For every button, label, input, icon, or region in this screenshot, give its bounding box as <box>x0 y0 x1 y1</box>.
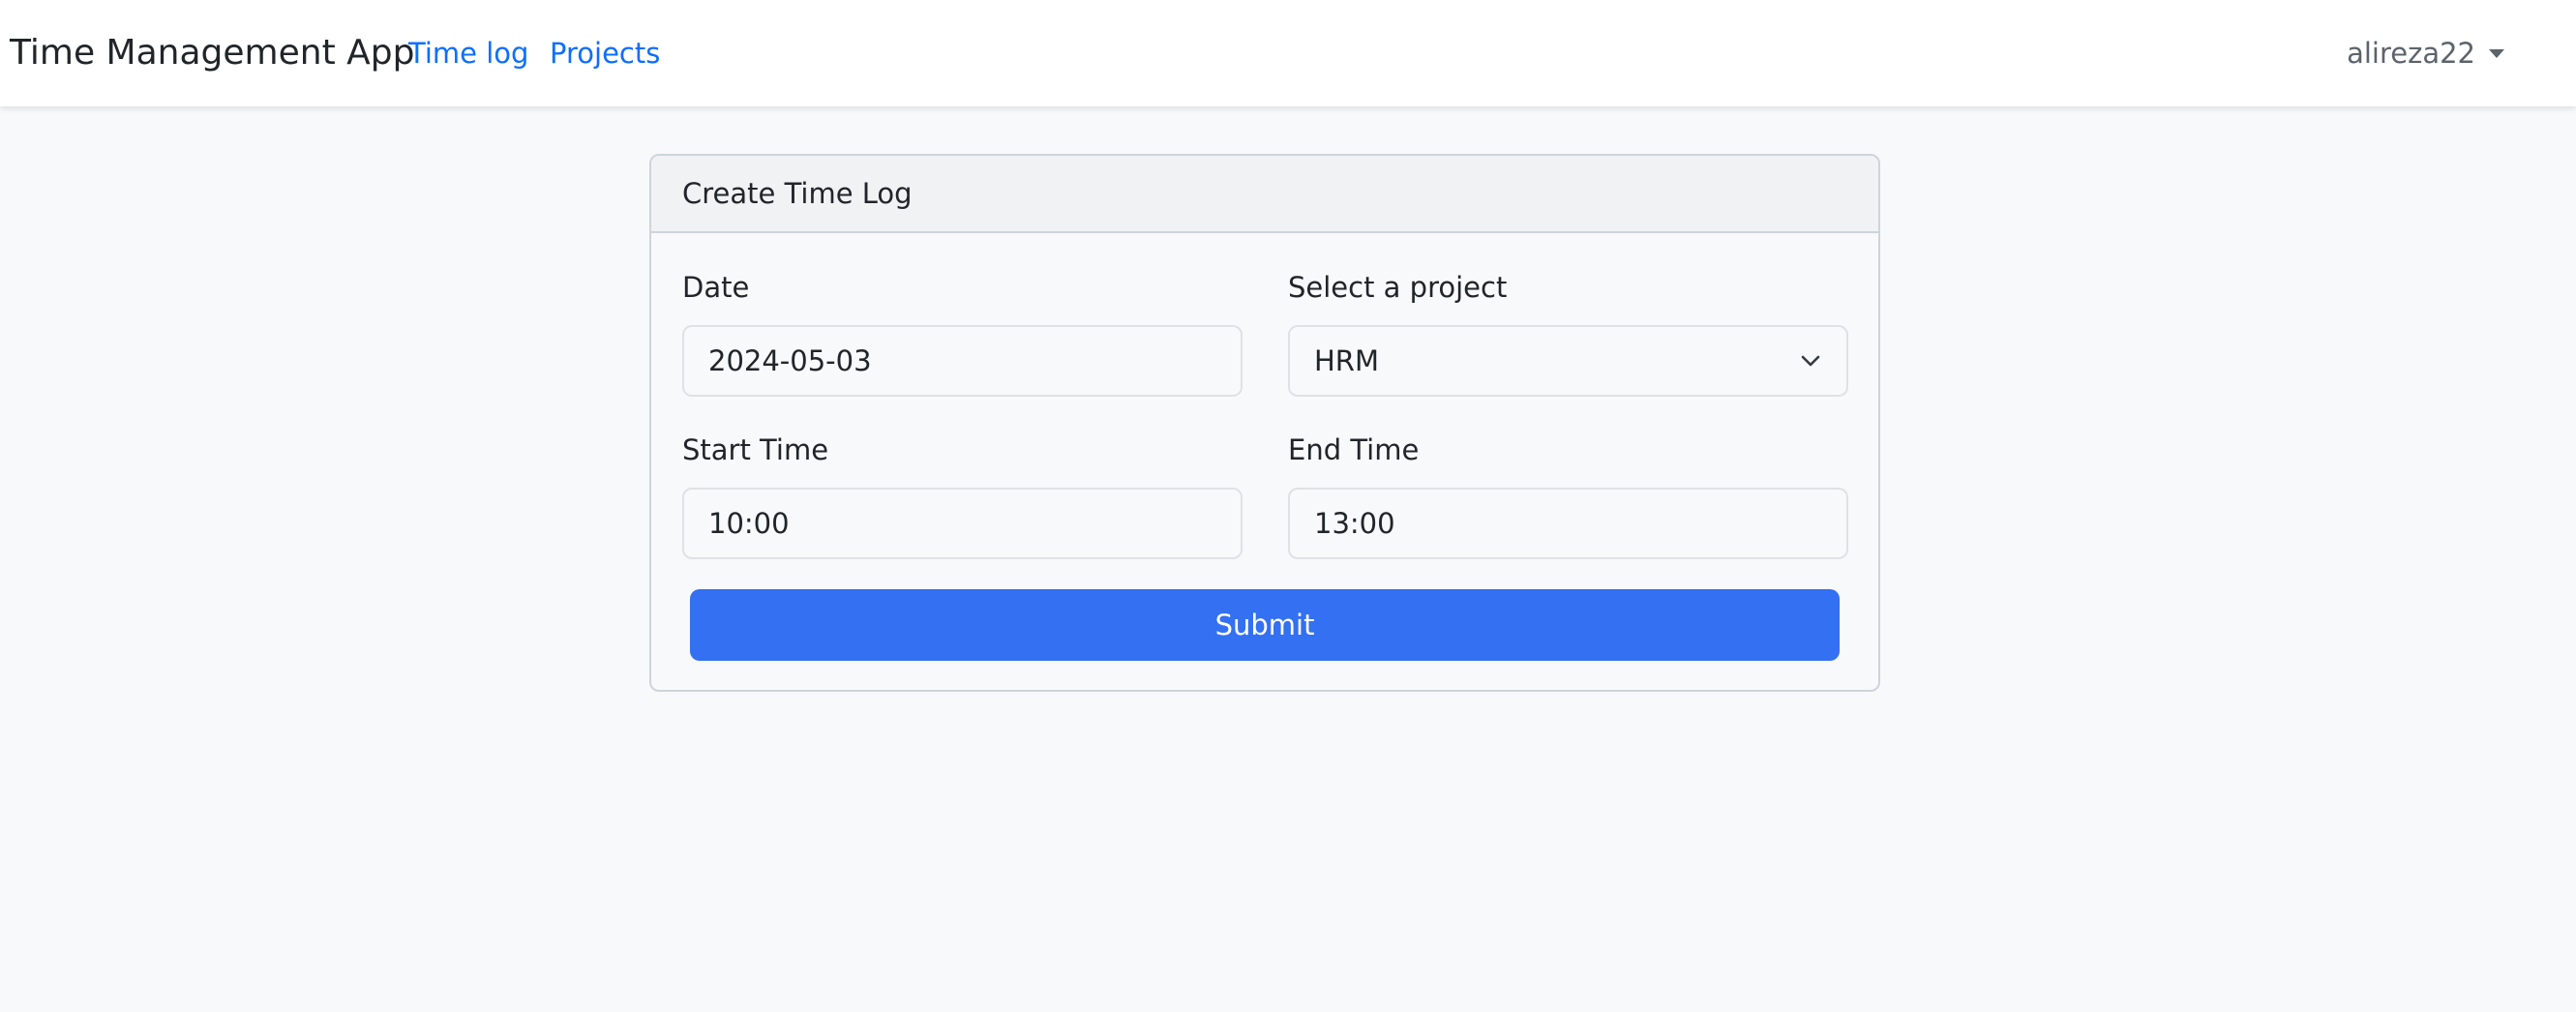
top-navbar: Time Management App Time log Projects al… <box>0 0 2576 106</box>
caret-down-icon <box>2489 48 2504 58</box>
card-header: Create Time Log <box>651 156 1878 233</box>
submit-button[interactable]: Submit <box>690 589 1840 661</box>
username-label: alireza22 <box>2347 37 2475 70</box>
start-time-input[interactable]: 10:00 <box>682 488 1243 559</box>
project-select-value: HRM <box>1314 344 1379 377</box>
card-title: Create Time Log <box>682 177 913 210</box>
start-time-label: Start Time <box>682 433 829 466</box>
user-menu-dropdown[interactable]: alireza22 <box>2347 31 2504 75</box>
end-time-input-value: 13:00 <box>1314 507 1395 540</box>
app-brand[interactable]: Time Management App <box>10 27 414 79</box>
chevron-down-icon <box>1801 355 1820 367</box>
project-label: Select a project <box>1288 271 1508 304</box>
end-time-label: End Time <box>1288 433 1420 466</box>
date-label: Date <box>682 271 750 304</box>
nav-link-time-log[interactable]: Time log <box>408 31 528 75</box>
date-input-value: 2024-05-03 <box>708 344 872 377</box>
start-time-input-value: 10:00 <box>708 507 790 540</box>
date-input[interactable]: 2024-05-03 <box>682 325 1243 397</box>
end-time-input[interactable]: 13:00 <box>1288 488 1848 559</box>
create-time-log-card: Create Time Log Date 2024-05-03 Select a… <box>649 154 1880 692</box>
project-select[interactable]: HRM <box>1288 325 1848 397</box>
nav-link-projects[interactable]: Projects <box>550 31 660 75</box>
